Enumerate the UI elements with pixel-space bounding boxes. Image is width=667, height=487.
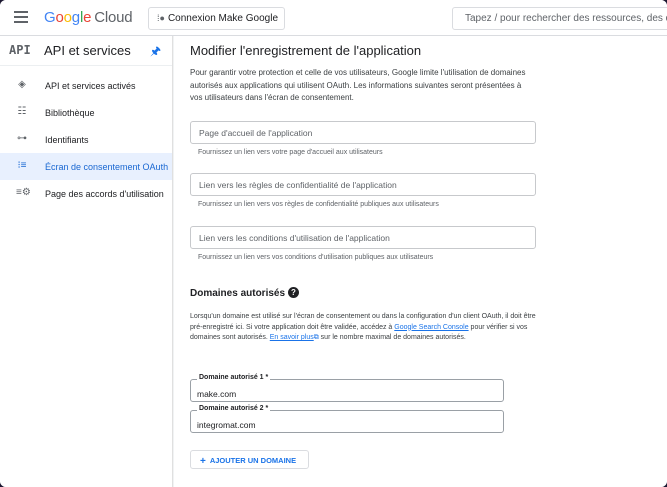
library-icon: ☷ (17, 106, 27, 117)
project-selector[interactable]: ⁞● Connexion Make Google (148, 7, 285, 30)
field-placeholder: Lien vers les conditions d'utilisation d… (199, 233, 390, 243)
sidebar-item-label: API et services activés (45, 81, 136, 91)
project-icon: ⁞● (157, 13, 165, 23)
field-label: Domaine autorisé 1 * (197, 374, 271, 381)
api-icon: API (9, 43, 31, 57)
add-domain-button[interactable]: + AJOUTER UN DOMAINE (190, 450, 309, 469)
console-window: Google Cloud ⁞● Connexion Make Google Tape… (0, 0, 667, 487)
sidebar-item-enabled-apis[interactable]: ◈ API et services activés (0, 72, 172, 99)
search-console-link[interactable]: Google Search Console (394, 324, 468, 331)
main-content: Modifier l'enregistrement de l'applicati… (174, 36, 667, 487)
field-placeholder: Page d'accueil de l'application (199, 128, 313, 138)
key-icon: ⊶ (17, 133, 27, 144)
authorized-domain-1-field[interactable]: Domaine autorisé 1 * make.com (190, 374, 504, 402)
learn-more-link[interactable]: En savoir plus (270, 334, 314, 341)
sidebar-item-label: Écran de consentement OAuth (45, 162, 169, 172)
sidebar-header: API API et services 🖈 (0, 36, 172, 66)
field-hint: Fournissez un lien vers vos conditions d… (198, 254, 434, 261)
field-hint: Fournissez un lien vers votre page d'acc… (198, 149, 383, 156)
sidebar: API API et services 🖈 ◈ API et services … (0, 36, 173, 487)
terms-url-field[interactable]: Lien vers les conditions d'utilisation d… (190, 226, 536, 249)
field-value: make.com (197, 389, 237, 399)
sidebar-item-credentials[interactable]: ⊶ Identifiants (0, 126, 172, 153)
pin-icon[interactable]: 🖈 (150, 42, 161, 63)
sidebar-item-oauth-consent[interactable]: ⁝≡ Écran de consentement OAuth (0, 153, 172, 180)
authorized-domain-2-field[interactable]: Domaine autorisé 2 * integromat.com (190, 405, 504, 433)
sidebar-item-label: Identifiants (45, 135, 89, 145)
search-placeholder: Tapez / pour rechercher des ressources, … (465, 13, 667, 24)
sidebar-item-label: Page des accords d'utilisation (45, 189, 164, 199)
project-label: Connexion Make Google (167, 13, 279, 24)
page-title: Modifier l'enregistrement de l'applicati… (190, 43, 422, 58)
api-diamond-icon: ◈ (18, 79, 26, 90)
add-domain-label: AJOUTER UN DOMAINE (209, 456, 297, 465)
field-hint: Fournissez un lien vers vos règles de co… (198, 201, 439, 208)
sidebar-item-library[interactable]: ☷ Bibliothèque (0, 99, 172, 126)
field-placeholder: Lien vers les règles de confidentialité … (199, 180, 397, 190)
consent-screen-icon: ⁝≡ (17, 160, 27, 171)
menu-icon[interactable] (14, 11, 28, 23)
search-input[interactable]: Tapez / pour rechercher des ressources, … (452, 7, 667, 30)
sidebar-title: API et services (44, 43, 131, 58)
intro-text: Pour garantir votre protection et celle … (190, 68, 526, 102)
sidebar-item-agreements[interactable]: ≡⚙ Page des accords d'utilisation (0, 180, 172, 207)
authorized-domains-title: Domaines autorisés (190, 288, 286, 299)
help-icon[interactable]: ? (288, 287, 299, 298)
agreements-icon: ≡⚙ (16, 187, 31, 198)
field-label: Domaine autorisé 2 * (197, 405, 271, 412)
google-cloud-logo[interactable]: Google Cloud (44, 9, 133, 26)
field-value: integromat.com (197, 420, 256, 430)
authorized-domains-description: Lorsqu'un domaine est utilisé sur l'écra… (190, 312, 536, 344)
sidebar-nav: ◈ API et services activés ☷ Bibliothèque… (0, 66, 172, 207)
homepage-url-field[interactable]: Page d'accueil de l'application (190, 121, 536, 144)
top-bar: Google Cloud ⁞● Connexion Make Google Tape… (0, 0, 667, 36)
sidebar-item-label: Bibliothèque (45, 108, 95, 118)
privacy-policy-url-field[interactable]: Lien vers les règles de confidentialité … (190, 173, 536, 196)
description-text: sur le nombre maximal de domaines autori… (318, 334, 466, 341)
plus-icon: + (200, 456, 206, 467)
